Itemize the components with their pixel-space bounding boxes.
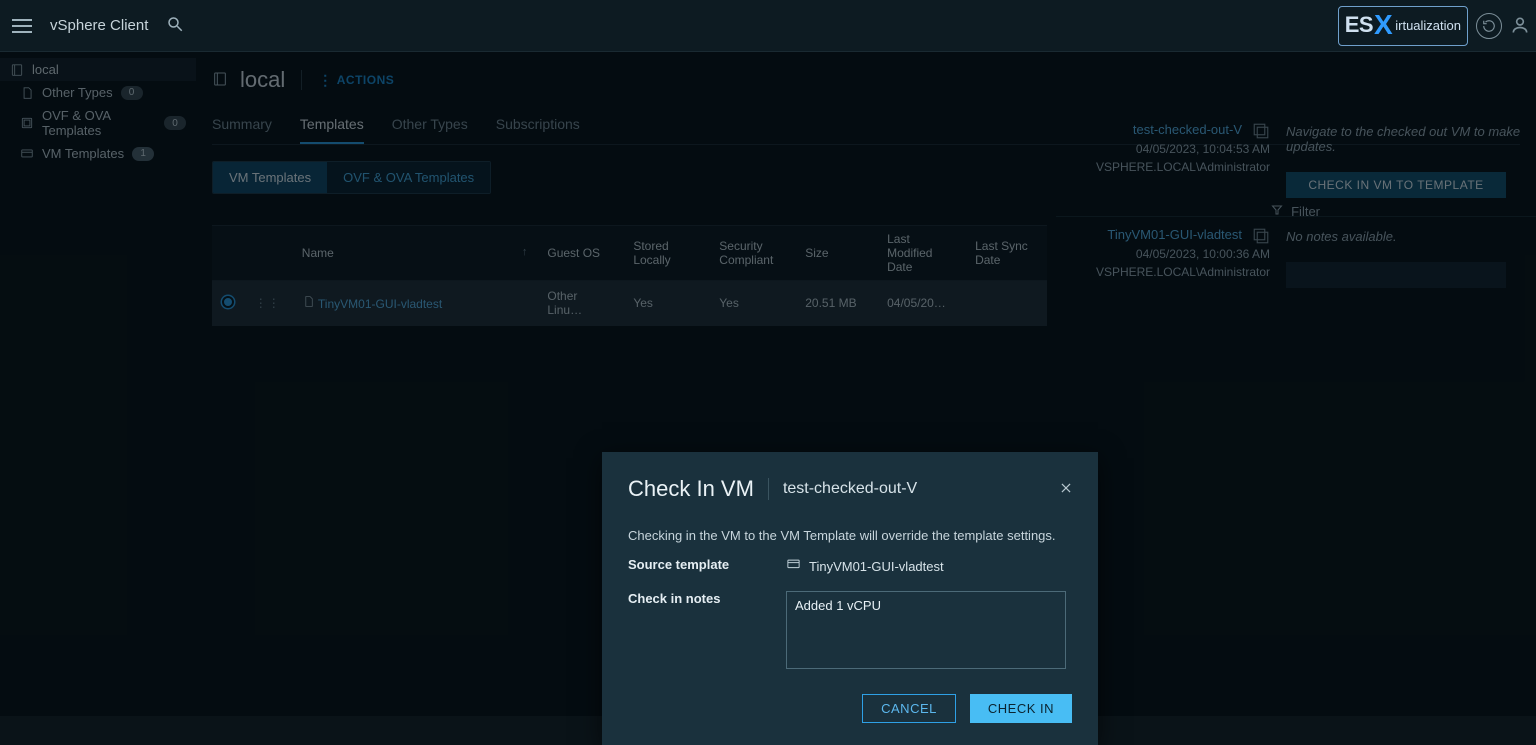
separator [768,478,769,500]
notes-label: Check in notes [628,591,768,672]
watermark-suffix: irtualization [1395,18,1461,33]
modal-header: Check In VM test-checked-out-V [628,476,1072,502]
close-icon[interactable] [1056,478,1076,498]
search-icon[interactable] [166,15,184,36]
modal-subtitle: test-checked-out-V [783,480,917,498]
main-area: local Other Types 0 OVF & OVA Templates … [0,52,1536,716]
source-template-row: Source template TinyVM01-GUI-vladtest [628,557,1072,575]
app-title: vSphere Client [50,17,148,34]
check-in-vm-modal: Check In VM test-checked-out-V Checking … [602,452,1098,745]
check-in-button[interactable]: CHECK IN [970,694,1072,723]
watermark-prefix: ES [1345,12,1373,38]
topbar: vSphere Client ESXirtualization [0,0,1536,52]
template-icon [786,557,801,575]
source-template-value: TinyVM01-GUI-vladtest [786,557,944,575]
source-template-name: TinyVM01-GUI-vladtest [809,559,944,574]
user-icon[interactable] [1510,15,1530,38]
watermark-x: X [1374,9,1392,41]
modal-description: Checking in the VM to the VM Template wi… [628,528,1072,543]
source-template-label: Source template [628,557,768,575]
cancel-button[interactable]: CANCEL [862,694,956,723]
modal-title: Check In VM [628,476,754,502]
hamburger-icon[interactable] [12,19,32,33]
check-in-notes-input[interactable] [786,591,1066,669]
modal-actions: CANCEL CHECK IN [628,694,1072,723]
notes-row: Check in notes [628,591,1072,672]
notes-field-wrap [786,591,1066,672]
watermark-logo: ESXirtualization [1338,6,1468,46]
refresh-icon[interactable] [1476,13,1502,39]
topbar-right: ESXirtualization [1338,6,1530,46]
